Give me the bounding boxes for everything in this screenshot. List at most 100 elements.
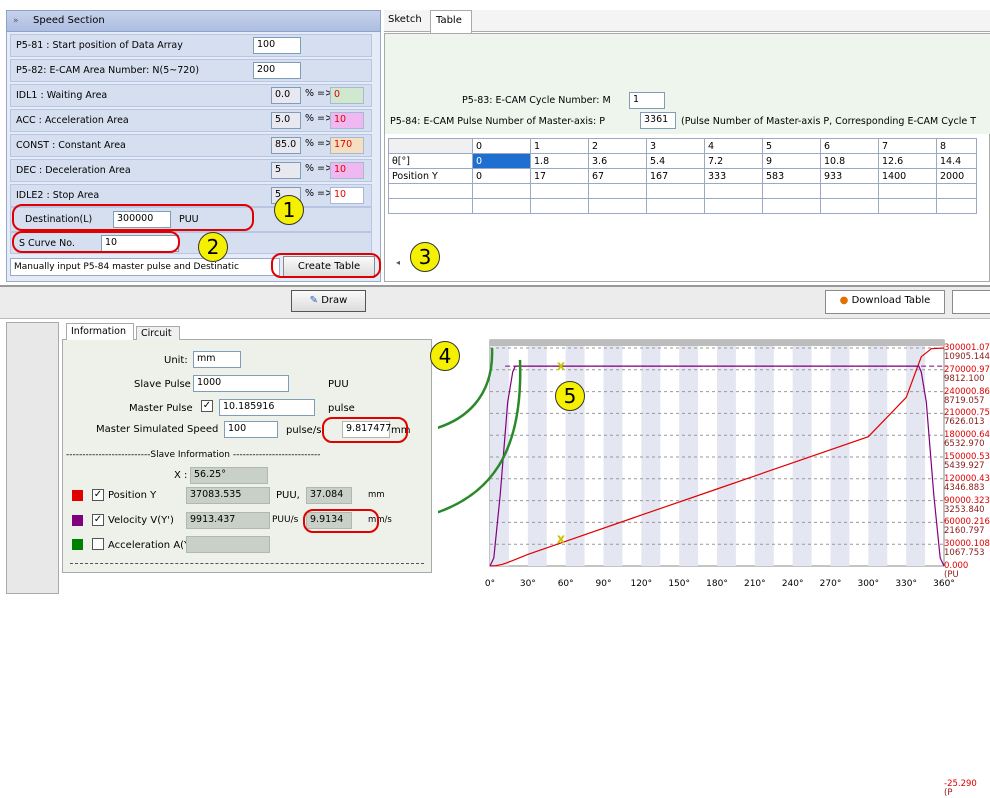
right-axis-label: 210000.7557626.013: [944, 408, 990, 428]
velocity-label: Velocity V(Y'): [108, 515, 174, 526]
table-cell[interactable]: 10.8: [820, 153, 879, 169]
acceleration-color-swatch: [72, 539, 83, 550]
download-table-button[interactable]: ● Download Table: [825, 290, 945, 314]
dec-label: DEC : Deceleration Area: [16, 165, 131, 176]
position-mm: 37.084: [306, 487, 352, 504]
right-axis-label: 300001.07810905.144: [944, 343, 990, 362]
x-tick-label: 150°: [668, 579, 690, 589]
x-tick-label: 120°: [630, 579, 652, 589]
table-corner: [388, 138, 473, 154]
p5-82-input[interactable]: 200: [253, 62, 301, 79]
tab-information[interactable]: Information: [66, 323, 134, 340]
velocity-color-swatch: [72, 515, 83, 526]
position-mm-unit: mm: [368, 490, 385, 500]
acceleration-checkbox[interactable]: [92, 538, 104, 550]
tab-table-label: Table: [436, 15, 462, 26]
master-pulse-checkbox[interactable]: ✓: [201, 400, 213, 412]
table-cell[interactable]: 1400: [878, 168, 937, 184]
table-cell[interactable]: 5.4: [646, 153, 705, 169]
plot-stripe: [565, 340, 585, 566]
table-cell[interactable]: 14.4: [936, 153, 977, 169]
p5-81-input[interactable]: 100: [253, 37, 301, 54]
table-cell[interactable]: 3.6: [588, 153, 647, 169]
table-cell[interactable]: 1.8: [530, 153, 589, 169]
position-checkbox[interactable]: ✓: [92, 489, 104, 501]
table-cell[interactable]: 167: [646, 168, 705, 184]
slave-pulse-input[interactable]: 1000: [193, 375, 289, 392]
p5-82-row: P5-82: E-CAM Area Number: N(5~720) 200: [10, 59, 372, 82]
table-header-cell: 8: [936, 138, 977, 154]
slave-info-separator: --------------------------Slave Informat…: [66, 450, 321, 460]
tab-circuit-label: Circuit: [141, 328, 172, 339]
x-tick-label: 240°: [782, 579, 804, 589]
p5-84-input[interactable]: 3361: [640, 112, 676, 129]
master-speed-input[interactable]: 100: [224, 421, 278, 438]
draw-button[interactable]: ✎ Draw: [291, 290, 366, 312]
speed-section-title: Speed Section: [33, 15, 105, 26]
extra-button[interactable]: [952, 290, 990, 314]
badge-5: 5: [555, 381, 585, 411]
table-cell[interactable]: 67: [588, 168, 647, 184]
plot-stripe: [868, 340, 888, 566]
table-cell[interactable]: 0: [472, 168, 531, 184]
idl1-result: 0: [330, 87, 364, 104]
p5-83-input[interactable]: 1: [629, 92, 665, 109]
table-row: [388, 198, 977, 214]
table-header-cell: 3: [646, 138, 705, 154]
speed-result-highlight: [322, 417, 408, 443]
download-label: Download Table: [851, 295, 931, 306]
master-speed-label: Master Simulated Speed: [96, 424, 219, 435]
idle2-label: IDLE2 : Stop Area: [16, 190, 100, 201]
table-row: Position Y 0 17 67 167 333 583 933 1400 …: [388, 168, 977, 184]
acc-input[interactable]: 5.0: [271, 112, 301, 129]
table-cell[interactable]: 933: [820, 168, 879, 184]
download-icon: ●: [839, 295, 849, 306]
x-tick-label: 60°: [558, 579, 574, 589]
tab-information-label: Information: [71, 326, 126, 337]
plot-stripe: [679, 340, 699, 566]
scroll-left-icon[interactable]: ◂: [396, 258, 400, 267]
table-header-cell: 7: [878, 138, 937, 154]
right-axis-label: 180000.6476532.970: [944, 430, 990, 450]
table-row: θ[°] 0 1.8 3.6 5.4 7.2 9 10.8 12.6 14.4: [388, 153, 977, 169]
const-input[interactable]: 85.0: [271, 137, 301, 154]
plot-stripe: [717, 340, 736, 566]
x-label: X :: [174, 470, 188, 481]
velocity-checkbox[interactable]: ✓: [92, 514, 104, 526]
unit-label: Unit:: [164, 355, 188, 366]
plot-stripe: [906, 340, 926, 566]
dec-row: DEC : Deceleration Area 5% => 10: [10, 159, 372, 182]
table-cell[interactable]: 9: [762, 153, 821, 169]
master-pulse-input[interactable]: 10.185916: [219, 399, 315, 416]
table-cell[interactable]: 7.2: [704, 153, 763, 169]
cam-table: 0 1 2 3 4 5 6 7 8 θ[°] 0 1.8 3.6 5.4 7.2…: [388, 138, 977, 214]
tab-sketch[interactable]: Sketch: [388, 14, 422, 25]
tab-circuit[interactable]: Circuit: [136, 326, 180, 340]
table-cell[interactable]: 333: [704, 168, 763, 184]
tab-table[interactable]: Table: [430, 10, 472, 33]
table-cell[interactable]: 12.6: [878, 153, 937, 169]
position-value: 37083.535: [186, 487, 270, 504]
table-header-cell: 6: [820, 138, 879, 154]
destination-highlight: [12, 204, 254, 231]
x-tick-label: 90°: [596, 579, 612, 589]
table-cell[interactable]: 583: [762, 168, 821, 184]
table-header-cell: 5: [762, 138, 821, 154]
table-cell[interactable]: 0: [472, 153, 531, 169]
right-axis-label: 240000.8628719.057: [944, 386, 990, 406]
cam-chart: 0° 30° 60° 90° 120° 150° 180° 210° 240° 270° 300° 3…: [438, 339, 955, 589]
dec-input[interactable]: 5: [271, 162, 301, 179]
badge-2: 2: [198, 232, 228, 262]
x-tick-label: 180°: [706, 579, 728, 589]
position-unit: PUU,: [276, 490, 300, 501]
table-cell[interactable]: 17: [530, 168, 589, 184]
collapse-icon[interactable]: »: [13, 16, 19, 26]
table-cell[interactable]: 2000: [936, 168, 977, 184]
unit-input[interactable]: mm: [193, 351, 241, 368]
right-axis-label: 30000.108 1067.753: [944, 539, 990, 559]
velocity-unit: PUU/s: [272, 515, 299, 525]
cursor-marker: x: [557, 532, 566, 547]
badge-4: 4: [430, 341, 460, 371]
idl1-input[interactable]: 0.0: [271, 87, 301, 104]
const-row: CONST : Constant Area 85.0% => 170: [10, 134, 372, 157]
